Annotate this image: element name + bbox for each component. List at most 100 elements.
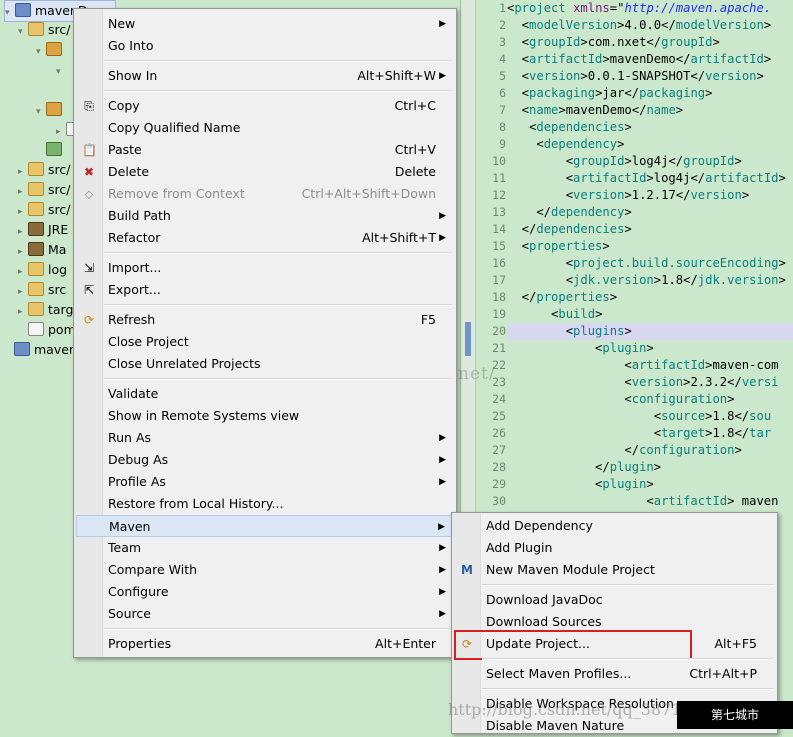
collapse-arrow-icon[interactable]: ▸: [18, 162, 28, 182]
code-line[interactable]: <name>mavenDemo</name>: [507, 102, 793, 119]
menu-item-label: Close Unrelated Projects: [108, 356, 261, 371]
menu-item-export[interactable]: ⇱ Export...: [76, 279, 454, 301]
menu-item-new-maven-module-project[interactable]: M New Maven Module Project: [454, 559, 775, 581]
menu-item-validate[interactable]: Validate: [76, 383, 454, 405]
code-line[interactable]: <modelVersion>4.0.0</modelVersion>: [507, 17, 793, 34]
menu-item-compare-with[interactable]: Compare With ▶: [76, 559, 454, 581]
menu-item-run-as[interactable]: Run As ▶: [76, 427, 454, 449]
collapse-arrow-icon[interactable]: ▸: [18, 282, 28, 302]
menu-item-show-in[interactable]: Show In Alt+Shift+W ▶: [76, 65, 454, 87]
menu-item-label: Copy Qualified Name: [108, 120, 241, 135]
tree-item[interactable]: ▸ JRE: [18, 220, 68, 240]
code-line[interactable]: <packaging>jar</packaging>: [507, 85, 793, 102]
code-line[interactable]: <build>: [507, 306, 793, 323]
tree-item[interactable]: ▾: [36, 40, 66, 60]
menu-item-new[interactable]: New ▶: [76, 13, 454, 35]
tree-item[interactable]: ▸ targ: [18, 300, 73, 320]
expand-arrow-icon[interactable]: ▾: [56, 62, 66, 82]
submenu-arrow-icon: ▶: [439, 565, 446, 575]
code-line[interactable]: <configuration>: [507, 391, 793, 408]
code-line[interactable]: <artifactId> maven: [507, 493, 793, 510]
code-line[interactable]: <project.build.sourceEncoding>: [507, 255, 793, 272]
expand-arrow-icon[interactable]: ▾: [36, 42, 46, 62]
menu-item-download-javadoc[interactable]: Download JavaDoc: [454, 589, 775, 611]
menu-item-maven[interactable]: Maven ▶: [76, 515, 454, 537]
tree-item[interactable]: ▾: [36, 100, 66, 120]
menu-item-shortcut: Alt+Shift+T: [362, 230, 436, 245]
code-line[interactable]: <plugin>: [507, 476, 793, 493]
menu-item-source[interactable]: Source ▶: [76, 603, 454, 625]
tree-item[interactable]: pom: [18, 320, 76, 340]
tree-item[interactable]: ▸ src/: [18, 200, 70, 220]
expand-arrow-icon[interactable]: ▾: [36, 102, 46, 122]
menu-item-restore-from-local-history[interactable]: Restore from Local History...: [76, 493, 454, 515]
code-line[interactable]: <artifactId>maven-com: [507, 357, 793, 374]
menu-item-profile-as[interactable]: Profile As ▶: [76, 471, 454, 493]
code-line[interactable]: </dependency>: [507, 204, 793, 221]
tree-item[interactable]: ▾ src/: [18, 20, 70, 40]
tree-item[interactable]: ▸ src: [18, 280, 66, 300]
menu-item-add-dependency[interactable]: Add Dependency: [454, 515, 775, 537]
code-line[interactable]: <version>0.0.1-SNAPSHOT</version>: [507, 68, 793, 85]
menu-item-team[interactable]: Team ▶: [76, 537, 454, 559]
menu-item-refactor[interactable]: Refactor Alt+Shift+T ▶: [76, 227, 454, 249]
tree-item[interactable]: maven: [4, 340, 77, 360]
code-line[interactable]: <project xmlns="http://maven.apache.: [507, 0, 793, 17]
code-line[interactable]: </properties>: [507, 289, 793, 306]
collapse-arrow-icon[interactable]: ▸: [56, 122, 66, 142]
code-line[interactable]: </plugin>: [507, 459, 793, 476]
code-line[interactable]: <target>1.8</tar: [507, 425, 793, 442]
menu-item-delete[interactable]: ✖ Delete Delete: [76, 161, 454, 183]
code-line[interactable]: <dependencies>: [507, 119, 793, 136]
menu-item-debug-as[interactable]: Debug As ▶: [76, 449, 454, 471]
code-line[interactable]: <plugins>: [507, 323, 793, 340]
tree-item[interactable]: ▸ src/: [18, 180, 70, 200]
menu-item-copy[interactable]: ⎘ Copy Ctrl+C: [76, 95, 454, 117]
menu-item-paste[interactable]: 📋 Paste Ctrl+V: [76, 139, 454, 161]
code-line[interactable]: <properties>: [507, 238, 793, 255]
menu-item-refresh[interactable]: ⟳ Refresh F5: [76, 309, 454, 331]
code-line[interactable]: </dependencies>: [507, 221, 793, 238]
code-line[interactable]: <plugin>: [507, 340, 793, 357]
tree-item[interactable]: [36, 140, 66, 160]
collapse-arrow-icon[interactable]: ▸: [18, 182, 28, 202]
collapse-arrow-icon[interactable]: ▸: [18, 262, 28, 282]
tree-item[interactable]: ▾: [56, 60, 66, 80]
tree-item[interactable]: ▸ log: [18, 260, 67, 280]
tree-item[interactable]: [56, 80, 66, 100]
line-number: 14: [492, 222, 506, 236]
menu-item-copy-qualified-name[interactable]: Copy Qualified Name: [76, 117, 454, 139]
tree-item[interactable]: ▸ src/: [18, 160, 70, 180]
code-line[interactable]: <groupId>log4j</groupId>: [507, 153, 793, 170]
menu-item-show-in-remote-systems-view[interactable]: Show in Remote Systems view: [76, 405, 454, 427]
code-line[interactable]: </configuration>: [507, 442, 793, 459]
menu-item-import[interactable]: ⇲ Import...: [76, 257, 454, 279]
menu-item-properties[interactable]: Properties Alt+Enter: [76, 633, 454, 655]
menu-item-select-maven-profiles[interactable]: Select Maven Profiles... Ctrl+Alt+P: [454, 663, 775, 685]
code-line[interactable]: <version>1.2.17</version>: [507, 187, 793, 204]
tree-item[interactable]: ▸ Ma: [18, 240, 66, 260]
menu-item-go-into[interactable]: Go Into: [76, 35, 454, 57]
code-line[interactable]: <dependency>: [507, 136, 793, 153]
code-line[interactable]: <groupId>com.nxet</groupId>: [507, 34, 793, 51]
code-line[interactable]: <jdk.version>1.8</jdk.version>: [507, 272, 793, 289]
code-line[interactable]: <artifactId>log4j</artifactId>: [507, 170, 793, 187]
collapse-arrow-icon[interactable]: ▸: [18, 302, 28, 322]
collapse-arrow-icon[interactable]: ▸: [18, 242, 28, 262]
menu-item-label: Copy: [108, 98, 140, 113]
jar-icon: [28, 242, 44, 256]
menu-item-close-unrelated-projects[interactable]: Close Unrelated Projects: [76, 353, 454, 375]
expand-arrow-icon[interactable]: ▾: [5, 3, 15, 23]
menu-item-configure[interactable]: Configure ▶: [76, 581, 454, 603]
menu-item-add-plugin[interactable]: Add Plugin: [454, 537, 775, 559]
menu-item-close-project[interactable]: Close Project: [76, 331, 454, 353]
folder-icon: [28, 282, 44, 296]
menu-item-label: Show in Remote Systems view: [108, 408, 300, 423]
collapse-arrow-icon[interactable]: ▸: [18, 202, 28, 222]
code-line[interactable]: <source>1.8</sou: [507, 408, 793, 425]
code-line[interactable]: <artifactId>mavenDemo</artifactId>: [507, 51, 793, 68]
code-line[interactable]: <version>2.3.2</versi: [507, 374, 793, 391]
collapse-arrow-icon[interactable]: ▸: [18, 222, 28, 242]
menu-item-build-path[interactable]: Build Path ▶: [76, 205, 454, 227]
expand-arrow-icon[interactable]: ▾: [18, 22, 28, 42]
